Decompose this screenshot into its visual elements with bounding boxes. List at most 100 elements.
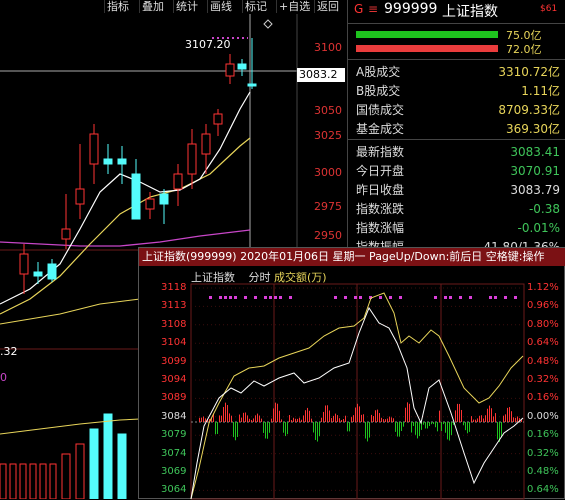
- intraday-volume-bar: [461, 409, 462, 422]
- toolbar-button-4[interactable]: 标记: [242, 0, 269, 13]
- intraday-volume-bar: [329, 410, 330, 422]
- intraday-volume-bar: [275, 402, 276, 422]
- intraday-volume-bar: [403, 422, 404, 427]
- candle: [145, 198, 155, 210]
- intraday-right-axis-label: 0.32%: [527, 374, 559, 385]
- quote-panel: G ≡ 999999 上证指数 $61 75.0亿 72.0亿 A股成交 3310…: [347, 0, 565, 260]
- intraday-volume-bar: [299, 417, 300, 422]
- intraday-volume-bar: [445, 422, 446, 433]
- intraday-left-axis-label: 3094: [161, 374, 187, 385]
- quote-row: 今日开盘 3070.91: [356, 162, 564, 181]
- intraday-volume-bar: [249, 418, 250, 422]
- volume-bar: [49, 463, 57, 499]
- intraday-left-axis-label: 3113: [161, 300, 187, 312]
- intraday-volume-bar: [247, 415, 248, 422]
- intraday-popup[interactable]: 上证指数(999999) 2020年01月06日 星期一 PageUp/Down…: [138, 247, 565, 500]
- intraday-dot: [264, 296, 267, 299]
- intraday-dot: [489, 296, 492, 299]
- intraday-volume-bar: [229, 413, 230, 422]
- volume-bar: [61, 453, 71, 499]
- intraday-volume-bar: [293, 417, 294, 422]
- intraday-volume-bar: [459, 403, 460, 422]
- intraday-volume-bar: [475, 419, 476, 422]
- price-axis-label: 2975: [314, 200, 342, 213]
- stock-code: 999999: [384, 1, 438, 17]
- intraday-volume-bar: [411, 422, 412, 433]
- intraday-volume-bar: [415, 422, 416, 435]
- intraday-volume-bar: [295, 418, 296, 422]
- intraday-canvas[interactable]: [139, 248, 565, 500]
- intraday-volume-bar: [297, 418, 298, 422]
- intraday-left-axis-label: 3108: [161, 318, 187, 330]
- intraday-dot: [504, 296, 507, 299]
- intraday-volume-bar: [443, 422, 444, 425]
- intraday-volume-bar: [221, 415, 222, 422]
- price-axis-label: 3025: [314, 129, 342, 142]
- intraday-volume-bar: [393, 418, 394, 422]
- intraday-volume-bar: [263, 422, 264, 433]
- intraday-volume-bar: [331, 418, 332, 422]
- intraday-right-axis-label: 0.64%: [527, 484, 559, 496]
- volume-bar: [39, 463, 47, 499]
- intraday-volume-bar: [277, 403, 278, 422]
- menu-icon[interactable]: ≡: [368, 2, 378, 16]
- intraday-left-axis-label: 3084: [161, 410, 187, 422]
- intraday-volume-bar: [335, 413, 336, 422]
- candle: [247, 83, 257, 87]
- intraday-volume-bar: [389, 416, 390, 422]
- intraday-volume-bar: [517, 416, 518, 422]
- intraday-volume-bar: [339, 418, 340, 422]
- intraday-volume-bar: [425, 422, 426, 429]
- intraday-left-axis-label: 3104: [161, 337, 187, 349]
- candle: [187, 143, 197, 175]
- intraday-volume-bar: [343, 418, 344, 422]
- chart-toolbar: 指标 叠加 统计 画线 标记 +自选 返回: [0, 0, 345, 14]
- intraday-dot: [399, 296, 402, 299]
- intraday-left-axis-label: 3074: [161, 447, 187, 459]
- quote-row-label: 最新指数: [356, 145, 405, 159]
- intraday-volume-bar: [489, 405, 490, 422]
- intraday-left-axis-label: 3089: [161, 392, 187, 404]
- intraday-volume-bar: [423, 422, 424, 425]
- intraday-volume-bar: [305, 410, 306, 422]
- intraday-volume-bar: [217, 422, 218, 434]
- quote-row: 基金成交 369.30亿: [356, 120, 564, 139]
- intraday-volume-bar: [315, 422, 316, 440]
- intraday-volume-bar: [477, 418, 478, 422]
- intraday-right-axis-label: 1.12%: [527, 282, 559, 293]
- intraday-dot: [219, 296, 222, 299]
- toolbar-button-0[interactable]: 指标: [104, 0, 131, 13]
- intraday-left-axis-label: 3064: [161, 484, 187, 496]
- intraday-volume-bar: [433, 422, 434, 425]
- intraday-volume-bar: [357, 403, 358, 422]
- toolbar-button-3[interactable]: 画线: [207, 0, 234, 13]
- quote-row-value: 8709.33亿: [498, 103, 560, 117]
- intraday-volume-bar: [309, 410, 310, 422]
- candle: [61, 228, 71, 240]
- toolbar-button-6[interactable]: 返回: [314, 0, 341, 13]
- ma-purple-line: [0, 229, 251, 247]
- sell-bar: [356, 45, 498, 52]
- toolbar-button-1[interactable]: 叠加: [139, 0, 166, 13]
- volume-bar: [89, 428, 99, 499]
- intraday-dot: [269, 296, 272, 299]
- intraday-right-axis-label: 0.80%: [527, 318, 559, 330]
- intraday-left-axis-label: 3079: [161, 429, 187, 441]
- intraday-volume-bar: [479, 415, 480, 422]
- intraday-volume-bar: [469, 422, 470, 432]
- intraday-volume-bar: [201, 417, 202, 422]
- toolbar-button-2[interactable]: 统计: [173, 0, 200, 13]
- intraday-dot: [334, 296, 337, 299]
- toolbar-button-5[interactable]: +自选: [276, 0, 312, 13]
- intraday-volume-bar: [199, 417, 200, 422]
- intraday-dot: [494, 296, 497, 299]
- intraday-volume-bar: [255, 415, 256, 422]
- intraday-volume-bar: [265, 422, 266, 439]
- intraday-volume-bar: [227, 405, 228, 422]
- intraday-volume-bar: [241, 417, 242, 422]
- intraday-volume-bar: [401, 422, 402, 431]
- volume-bar: [29, 463, 37, 499]
- volume-bar: [0, 463, 7, 499]
- intraday-dot: [254, 296, 257, 299]
- intraday-volume-bar: [355, 407, 356, 422]
